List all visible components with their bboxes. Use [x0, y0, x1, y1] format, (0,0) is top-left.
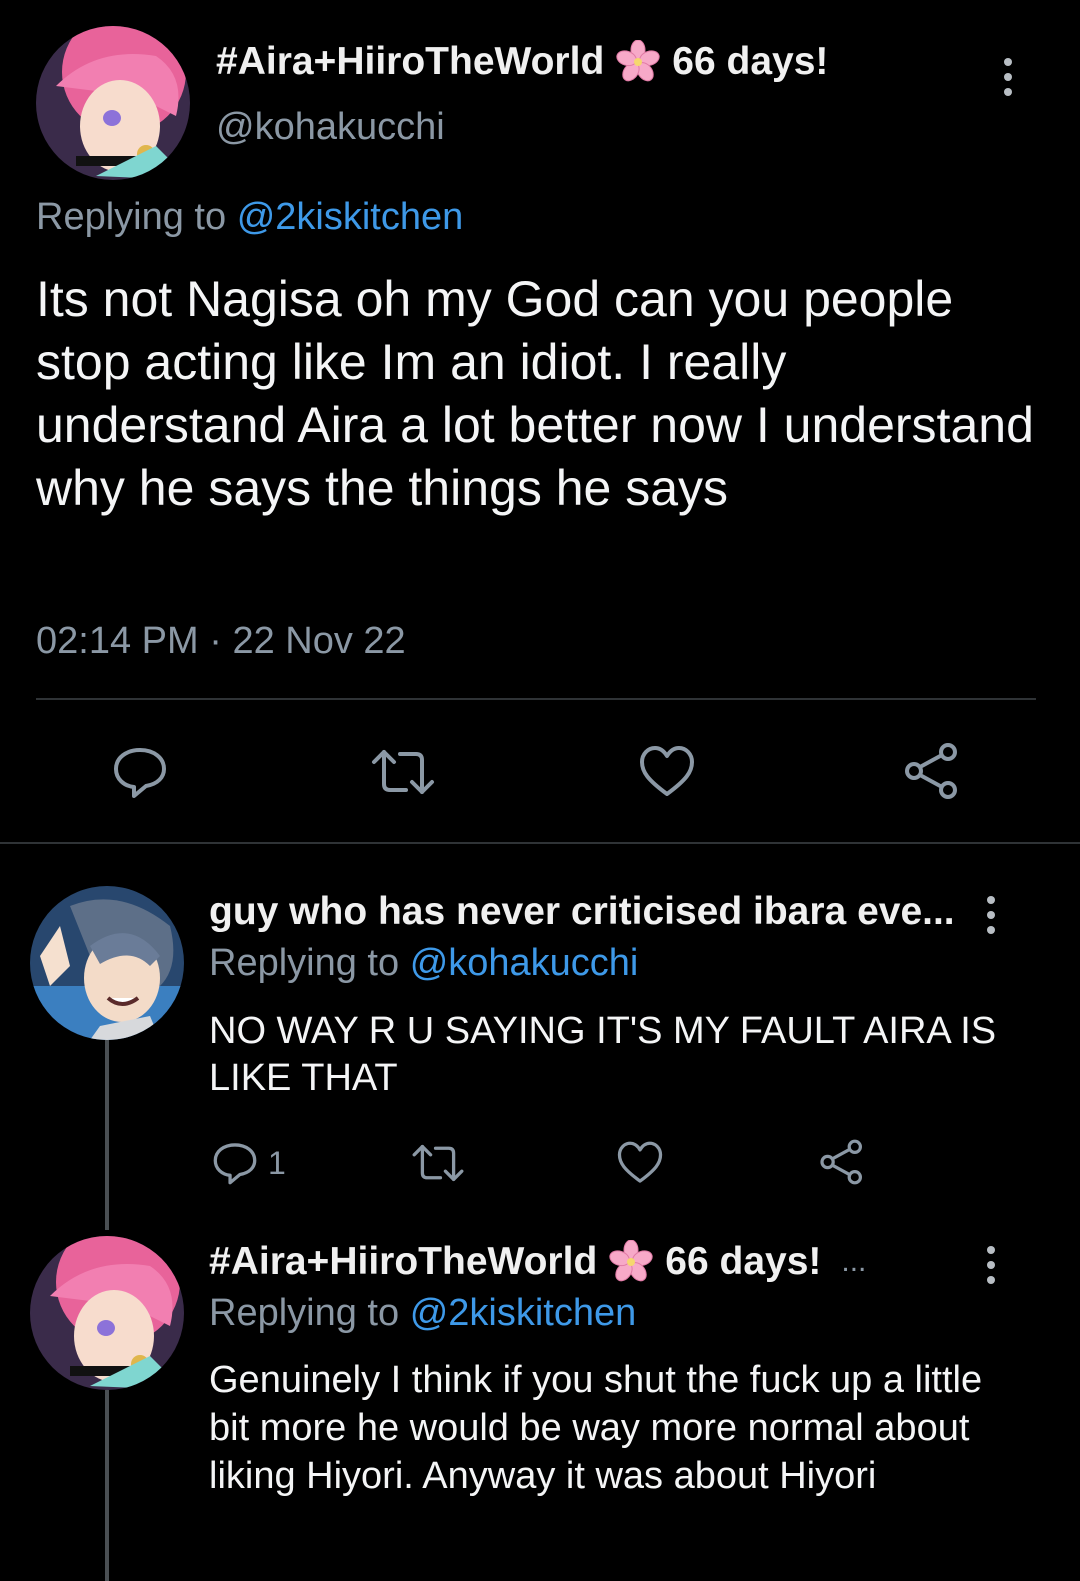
reply-1-body: NO WAY R U SAYING IT'S MY FAULT AIRA IS …: [209, 1010, 997, 1099]
like-icon[interactable]: [638, 744, 696, 800]
replying-prefix: Replying to: [36, 196, 227, 238]
main-tweet-timestamp[interactable]: 02:14 PM · 22 Nov 22: [36, 620, 406, 663]
blossom-emoji-icon: [609, 1240, 653, 1284]
timestamp-separator: ·: [209, 620, 222, 662]
share-icon[interactable]: [902, 742, 962, 800]
main-tweet-avatar[interactable]: [36, 26, 190, 180]
reply-2-avatar[interactable]: [30, 1236, 184, 1390]
main-tweet-replying-line: Replying to @2kiskitchen: [36, 196, 463, 239]
thread-connector-line: [105, 1040, 109, 1230]
replying-prefix: Replying to: [209, 942, 400, 984]
blossom-emoji-icon: [616, 40, 660, 84]
reply-1-avatar[interactable]: [30, 886, 184, 1040]
tweet-date: 22 Nov 22: [232, 620, 406, 662]
thread-connector-line-2: [105, 1390, 109, 1581]
main-tweet-divider: [36, 698, 1036, 700]
reply-1-retweet-icon[interactable]: [410, 1140, 466, 1186]
name-truncation-ellipsis: ...: [841, 1245, 867, 1278]
replying-to-link[interactable]: @kohakucchi: [410, 942, 639, 984]
display-name-text: #Aira+HiiroTheWorld: [209, 1240, 598, 1283]
reply-2-body: Genuinely I think if you shut the fuck u…: [209, 1359, 983, 1497]
retweet-icon[interactable]: [370, 744, 436, 800]
main-tweet-body: Its not Nagisa oh my God can you people …: [36, 271, 1034, 516]
tweet-time: 02:14 PM: [36, 620, 199, 662]
reply-count: 1: [268, 1144, 286, 1181]
replying-to-link[interactable]: @2kiskitchen: [410, 1292, 637, 1334]
section-divider: [0, 842, 1080, 844]
reply-1-more-vertical-icon[interactable]: [987, 896, 995, 934]
reply-2-display-name[interactable]: #Aira+HiiroTheWorld 66 days! ...: [209, 1240, 866, 1284]
reply-1-like-icon[interactable]: [616, 1140, 664, 1186]
reply-2-replying-line: Replying to @2kiskitchen: [209, 1292, 636, 1335]
name-suffix-text: 66 days!: [665, 1240, 822, 1283]
more-vertical-icon[interactable]: [1004, 58, 1012, 96]
reply-1-share-icon[interactable]: [818, 1138, 866, 1186]
reply-1-reply-icon[interactable]: 1: [212, 1140, 286, 1186]
reply-1-display-name[interactable]: guy who has never criticised ibara eve..…: [209, 890, 955, 934]
display-name-text: #Aira+HiiroTheWorld: [216, 40, 605, 83]
main-tweet-display-name[interactable]: #Aira+HiiroTheWorld 66 days!: [216, 40, 828, 84]
reply-2-more-vertical-icon[interactable]: [987, 1246, 995, 1284]
main-tweet-handle[interactable]: @kohakucchi: [216, 106, 445, 149]
reply-icon[interactable]: [112, 744, 168, 800]
name-suffix-text: 66 days!: [672, 40, 829, 83]
replying-prefix: Replying to: [209, 1292, 400, 1334]
replying-to-link[interactable]: @2kiskitchen: [237, 196, 464, 238]
reply-1-replying-line: Replying to @kohakucchi: [209, 942, 638, 985]
